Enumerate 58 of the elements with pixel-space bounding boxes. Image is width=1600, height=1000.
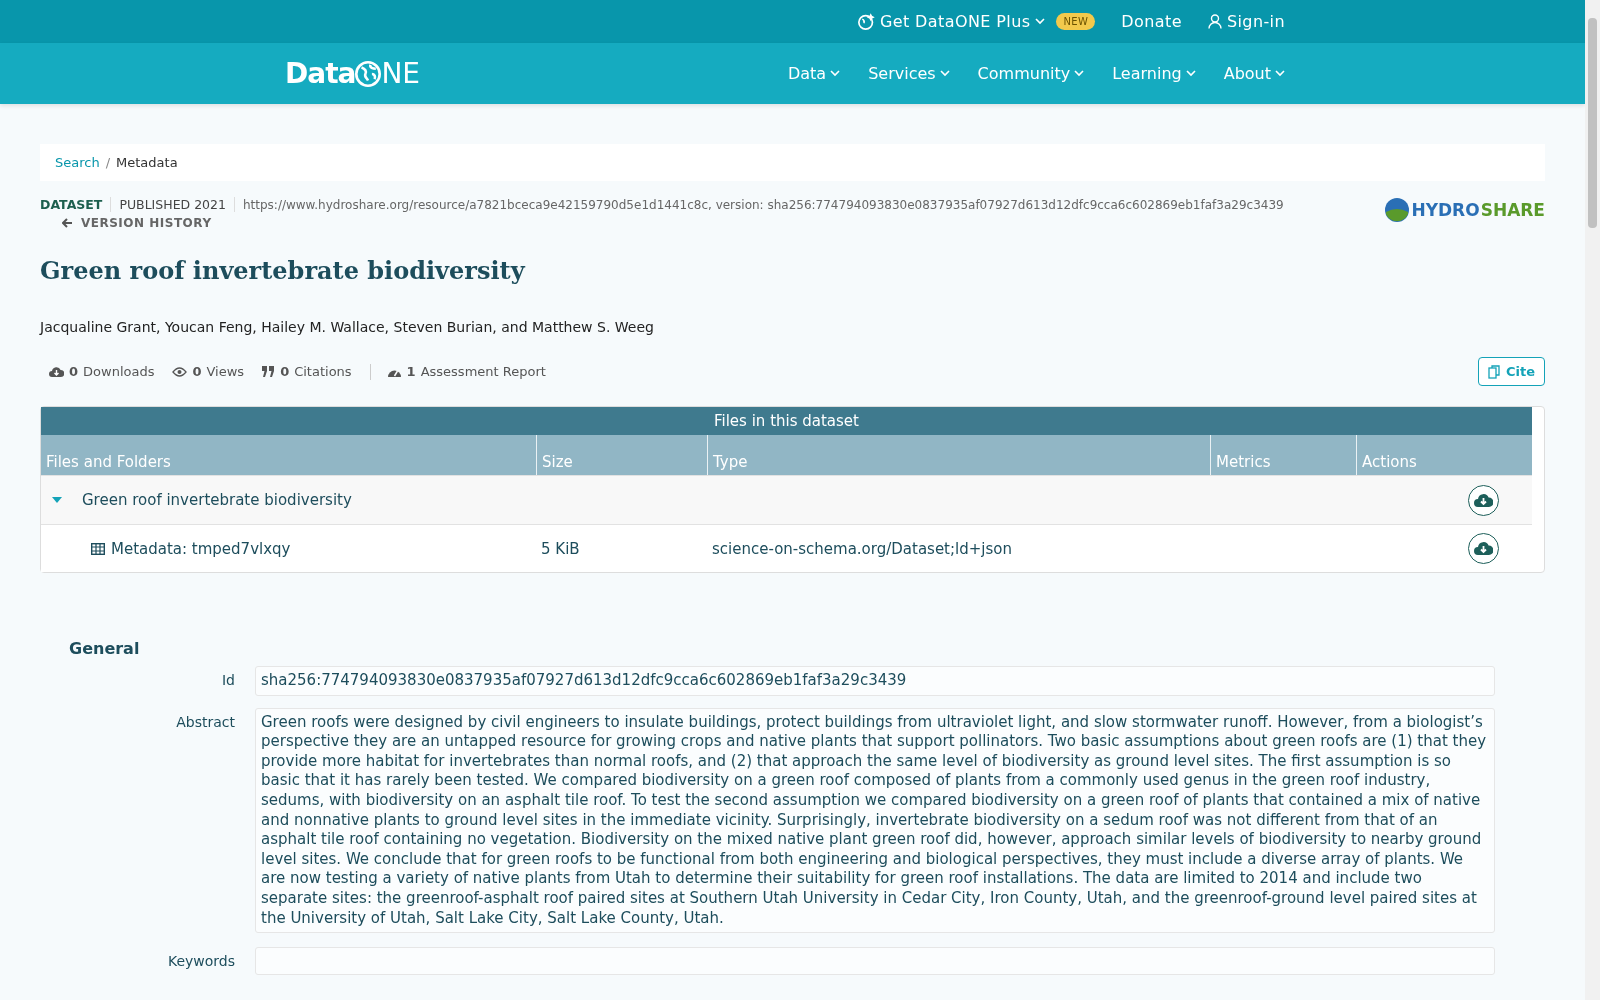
field-label: Id [221, 671, 235, 690]
published-label: PUBLISHED 2021 [110, 197, 235, 212]
nav-menu-item[interactable]: Data [787, 64, 841, 83]
globe-icon [355, 60, 382, 87]
chevron-down-icon [1035, 18, 1046, 25]
globe-icon [1384, 197, 1411, 223]
table-cell-text: 5 KiB [540, 539, 581, 558]
breadcrumb-separator: / [105, 155, 111, 170]
field-value: sha256:774794093830e0837935af07927d613d12dfc9cca6c602869eb1faf3a29c3439 [255, 666, 1495, 696]
eye-icon [172, 366, 188, 377]
breadcrumb-link[interactable]: Search [55, 155, 100, 170]
file-name[interactable]: Metadata: tmped7vlxqy [111, 539, 291, 558]
get-plus-link[interactable]: Get DataONE Plus NEW [857, 12, 1096, 31]
table-cell-text: science-on-schema.org/Dataset;ld+json [711, 539, 1013, 558]
dataset-label: DATASET [40, 197, 103, 212]
sign-in-link[interactable]: Sign-in [1207, 12, 1285, 31]
chevron-down-icon [1074, 70, 1085, 77]
folder-name[interactable]: Green roof invertebrate biodiversity [82, 491, 352, 509]
hydroshare-logo: HYDROSHARE [1384, 197, 1545, 223]
copy-icon [1487, 364, 1501, 379]
chevron-down-icon [1275, 70, 1285, 77]
nav-menu-item[interactable]: Community [977, 64, 1085, 83]
new-badge: NEW [1056, 13, 1096, 30]
cloud-download-icon [1474, 492, 1493, 508]
breadcrumb-current[interactable]: Metadata [116, 155, 178, 170]
nav-menu-item[interactable]: About [1223, 64, 1285, 83]
authors-list: Jacqualine Grant, Youcan Feng, Hailey M. Wallace, Steven Burian, and Matthew S. Weeg [40, 319, 1545, 335]
version-history-link[interactable]: VERSION HISTORY [62, 216, 212, 230]
caret-down-icon[interactable] [52, 495, 62, 505]
donate-link[interactable]: Donate [1121, 12, 1182, 31]
metric-stat: 0 Downloads [49, 364, 155, 379]
nav-menu-item[interactable]: Learning [1112, 64, 1196, 83]
metric-stat: 0 Views [172, 364, 245, 379]
arrow-left-icon [62, 218, 73, 228]
download-button[interactable] [1468, 484, 1499, 516]
field-label: Keywords [166, 952, 235, 972]
field-label: Abstract [175, 712, 235, 732]
table-caption: Files in this dataset [41, 407, 1532, 435]
table-icon [91, 542, 105, 555]
globe-sparkle-icon [857, 13, 875, 30]
dataone-logo[interactable]: Data NE [285, 57, 421, 90]
cite-button[interactable]: Cite [1477, 357, 1545, 386]
nav-menu-item[interactable]: Services [868, 64, 950, 83]
chevron-down-icon [1185, 70, 1196, 77]
download-button[interactable] [1468, 533, 1499, 564]
metric-stat: 1 Assessment Report [386, 364, 546, 379]
chevron-down-icon [830, 70, 841, 77]
field-value: Green roofs were designed by civil engineers to insulate buildings, protect buildings from ultraviolet light, and slow stormwater runoff. However, from a biologist’s perspective they are an untapped resource for growing crops and native plants that support pollinators. Two basic assumptions about green roofs are (1) that they provide more habitat for invertebrates than normal roofs, and (2) that approach the same level of biodiversity as ground level sites. The first assumption is so basic that it has rarely been tested. We compared biodiversity on a green roof composed of plants from a commonly used genus in the green roof industry, sedums, with biodiversity on an asphalt tile roof. To test the second assumption we compared biodiversity on a green roof of plants that contained a mix of native and nonnative plants to ground level sites in the immediate vicinity. Surprisingly, invertebrate biodiversity on a sedum roof was not different from that of an asphalt tile roof containing no vegetation. Biodiversity on the mixed native plant green roof did, however, approach similar levels of biodiversity to nearby ground level sites. We conclude that for green roofs to be functional from both engineering and biological perspectives, they must include a diverse array of plants. We are now testing a variety of native plants from Utah to determine their suitability for green roof installations. The data are limited to 2014 and include two separate sites: the greenroof-asphalt roof paired sites at Southern Utah University in Cedar City, Iron County, Utah, and the greenroof-ground level paired sites at the University of Utah, Salt Lake City, Salt Lake County, Utah. [255, 707, 1495, 934]
section-heading: General [69, 639, 141, 658]
metric-stat: 0 Citations [262, 364, 352, 379]
dataset-identifier: https://www.hydroshare.org/resource/a7821bceca9e42159790d5e1d1441c8c, version: sha256:774794093830e0837935af07927d613d12dfc9cca6c602869eb1faf3a29c3439 [242, 197, 1284, 212]
dataset-title: Green roof invertebrate biodiversity [40, 256, 527, 285]
chevron-down-icon [939, 70, 950, 77]
user-icon [1207, 14, 1222, 29]
quote-icon [262, 366, 276, 377]
column-header: Files and Folders [45, 452, 172, 473]
cloud-download-icon [1474, 541, 1493, 556]
cloud-download-icon [49, 365, 64, 378]
